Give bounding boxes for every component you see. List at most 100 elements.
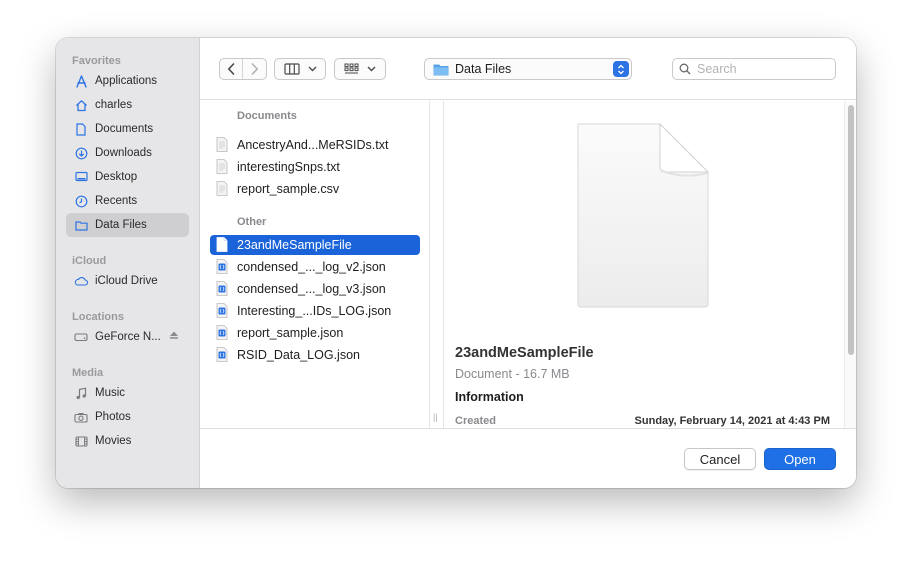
document-icon	[216, 237, 230, 253]
group-by-button[interactable]	[334, 58, 386, 80]
json-file-icon	[216, 347, 230, 363]
sidebar-item-geforce-drive[interactable]: GeForce N...	[66, 325, 189, 349]
preview-info-header: Information	[455, 390, 524, 404]
json-file-icon	[216, 325, 230, 341]
open-file-dialog: Favorites Applications charles Documents…	[56, 38, 856, 488]
sidebar-item-music[interactable]: Music	[66, 381, 189, 405]
sidebar-item-label: iCloud Drive	[95, 275, 158, 287]
file-name: RSID_Data_LOG.json	[237, 348, 360, 362]
sidebar-item-documents[interactable]: Documents	[66, 117, 189, 141]
column-view-icon	[283, 63, 300, 75]
file-row[interactable]: RSID_Data_LOG.json	[210, 345, 420, 365]
clock-icon	[74, 194, 88, 208]
preview-pane: 23andMeSampleFile Document - 16.7 MB Inf…	[444, 101, 840, 428]
home-icon	[74, 98, 88, 112]
created-label: Created	[455, 415, 496, 427]
group-header-documents: Documents	[237, 110, 297, 122]
file-name: condensed_..._log_v2.json	[237, 260, 386, 274]
location-popup[interactable]: Data Files	[424, 58, 632, 80]
sidebar-item-label: Applications	[95, 75, 158, 87]
chevron-down-icon	[308, 66, 316, 72]
sidebar-item-recents[interactable]: Recents	[66, 189, 189, 213]
chevron-down-icon	[367, 66, 376, 72]
cancel-button[interactable]: Cancel	[684, 448, 756, 470]
sidebar-item-desktop[interactable]: Desktop	[66, 165, 189, 189]
drive-icon	[74, 330, 88, 344]
search-icon	[679, 63, 691, 75]
sidebar-item-label: GeForce N...	[95, 331, 161, 343]
sidebar-item-icloud-drive[interactable]: iCloud Drive	[66, 269, 189, 293]
file-row[interactable]: condensed_..._log_v2.json	[210, 257, 420, 277]
view-mode-button[interactable]	[274, 58, 326, 80]
grid-icon	[344, 63, 359, 74]
sidebar-item-label: Documents	[95, 123, 154, 135]
text-file-icon	[216, 137, 230, 153]
folder-icon	[433, 64, 449, 75]
file-row-selected[interactable]: 23andMeSampleFile	[210, 235, 420, 255]
sidebar-item-label: Downloads	[95, 147, 152, 159]
json-file-icon	[216, 259, 230, 275]
sidebar-item-label: Photos	[95, 411, 131, 423]
file-name: interestingSnps.txt	[237, 160, 340, 174]
sidebar-item-data-files[interactable]: Data Files	[66, 213, 189, 237]
chevron-left-icon	[227, 63, 235, 75]
preview-file-kind: Document - 16.7 MB	[455, 367, 570, 381]
created-value: Sunday, February 14, 2021 at 4:43 PM	[634, 415, 830, 427]
sidebar-item-charles[interactable]: charles	[66, 93, 189, 117]
sidebar-item-label: Music	[95, 387, 126, 399]
file-row[interactable]: report_sample.json	[210, 323, 420, 343]
sidebar-item-applications[interactable]: Applications	[66, 69, 189, 93]
eject-icon[interactable]	[169, 330, 179, 343]
chevron-right-icon	[251, 63, 258, 75]
file-name: report_sample.json	[237, 326, 344, 340]
scrollbar-thumb[interactable]	[848, 105, 854, 355]
sidebar-item-label: Desktop	[95, 171, 138, 183]
search-field[interactable]	[672, 58, 836, 80]
sidebar-item-label: Recents	[95, 195, 138, 207]
text-file-icon	[216, 159, 230, 175]
file-row[interactable]: condensed_..._log_v3.json	[210, 279, 420, 299]
document-icon	[74, 122, 88, 136]
applications-icon	[74, 74, 88, 88]
popup-stepper	[613, 61, 629, 77]
sidebar-section-favorites: Favorites	[72, 55, 121, 67]
preview-scrollbar[interactable]	[844, 101, 856, 428]
up-down-chevron-icon	[618, 64, 624, 74]
search-input[interactable]	[697, 62, 827, 76]
file-row[interactable]: report_sample.csv	[210, 179, 420, 199]
preview-file-name: 23andMeSampleFile	[455, 345, 594, 361]
open-button[interactable]: Open	[764, 448, 836, 470]
forward-button[interactable]	[243, 59, 266, 79]
file-list-column: Documents AncestryAnd...MeRSIDs.txt inte…	[200, 101, 430, 428]
sidebar-item-downloads[interactable]: Downloads	[66, 141, 189, 165]
sidebar-item-movies[interactable]: Movies	[66, 429, 189, 453]
dialog-footer: Cancel Open	[200, 428, 856, 488]
file-name: condensed_..._log_v3.json	[237, 282, 386, 296]
group-header-other: Other	[237, 216, 267, 228]
file-name: Interesting_...IDs_LOG.json	[237, 304, 392, 318]
json-file-icon	[216, 303, 230, 319]
file-row[interactable]: AncestryAnd...MeRSIDs.txt	[210, 135, 420, 155]
sidebar: Favorites Applications charles Documents…	[56, 38, 200, 488]
music-icon	[74, 386, 88, 400]
text-file-icon	[216, 181, 230, 197]
downloads-icon	[74, 146, 88, 160]
file-name: report_sample.csv	[237, 182, 340, 196]
sidebar-section-icloud: iCloud	[72, 255, 107, 267]
nav-buttons	[219, 58, 267, 80]
sidebar-item-label: charles	[95, 99, 133, 111]
location-label: Data Files	[455, 62, 512, 76]
back-button[interactable]	[220, 59, 244, 79]
toolbar: Data Files	[200, 38, 856, 100]
column-resize-handle[interactable]: ||	[433, 412, 438, 422]
sidebar-item-photos[interactable]: Photos	[66, 405, 189, 429]
column-divider[interactable]: ||	[430, 101, 444, 428]
sidebar-section-locations: Locations	[72, 311, 124, 323]
large-document-icon	[572, 121, 714, 318]
file-name: AncestryAnd...MeRSIDs.txt	[237, 138, 389, 152]
file-name: 23andMeSampleFile	[237, 238, 352, 252]
file-row[interactable]: Interesting_...IDs_LOG.json	[210, 301, 420, 321]
file-row[interactable]: interestingSnps.txt	[210, 157, 420, 177]
sidebar-item-label: Movies	[95, 435, 132, 447]
camera-icon	[74, 410, 88, 424]
